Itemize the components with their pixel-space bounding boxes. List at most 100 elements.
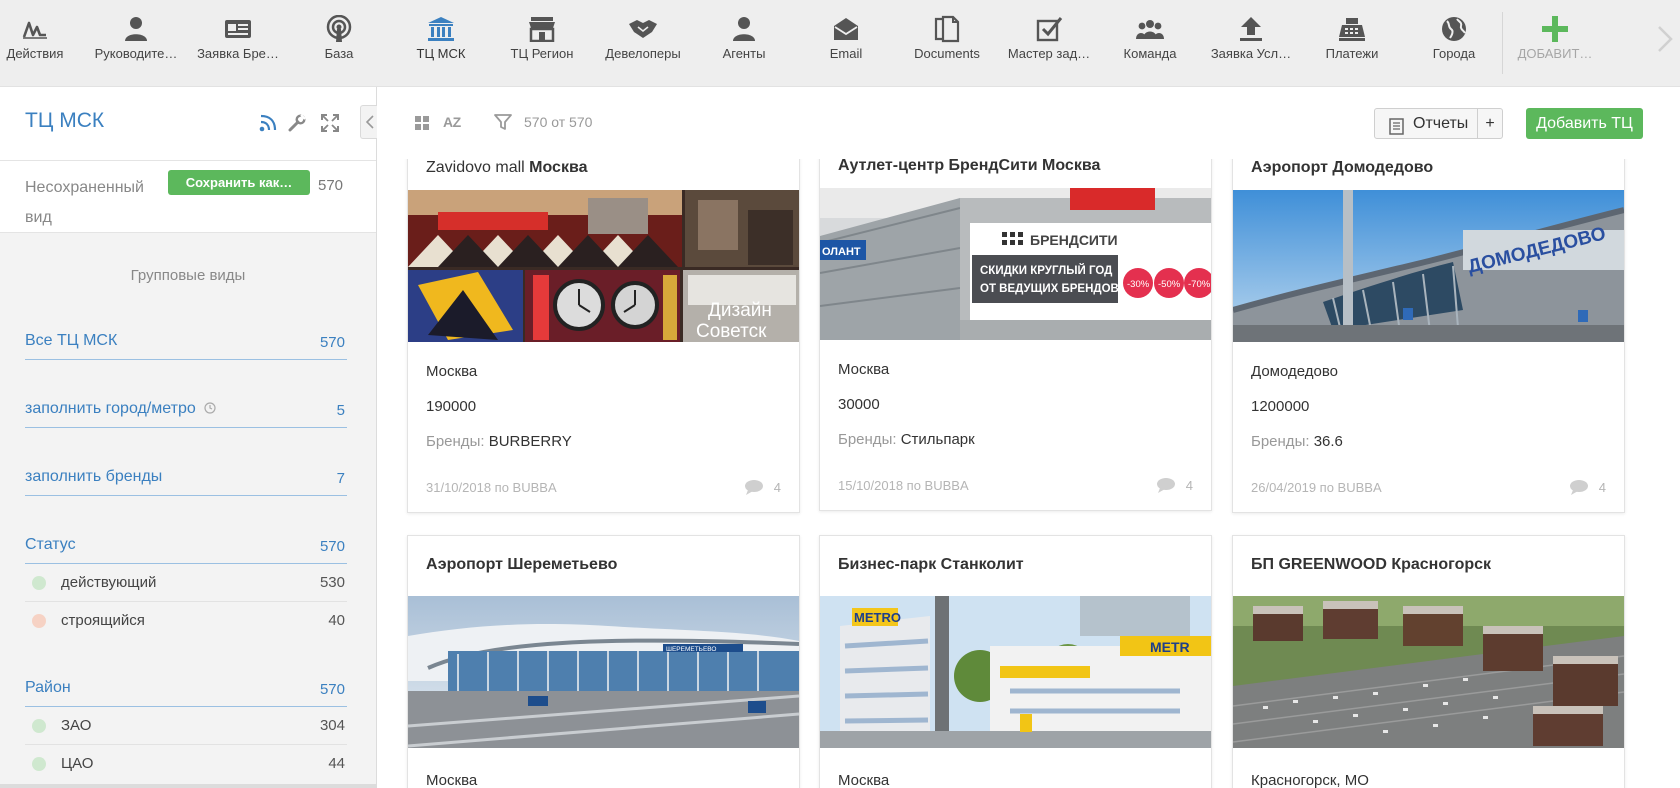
tc-card-greenwood[interactable]: БП GREENWOOD Красногорск Красногорск, МО: [1232, 535, 1625, 788]
filter-group-district[interactable]: Район 570: [25, 673, 347, 707]
nav-item-brand-request[interactable]: Заявка Бре…: [188, 14, 288, 74]
reports-add-button[interactable]: +: [1477, 108, 1503, 139]
nav-label: Платежи: [1325, 46, 1379, 61]
nav-item-add[interactable]: ДОБАВИТ…: [1505, 14, 1605, 74]
nav-label: ДОБАВИТ…: [1517, 46, 1593, 61]
documents-icon: [930, 14, 964, 44]
nav-item-payments[interactable]: Платежи: [1302, 14, 1402, 74]
view-label: заполнить бренды: [25, 468, 163, 485]
nav-item-tc-region[interactable]: ТЦ Регион: [492, 14, 592, 74]
filter-item-zao[interactable]: ЗАО 304: [25, 707, 347, 745]
tc-card-sheremetyevo[interactable]: Аэропорт Шереметьево ШЕРЕМЕТЬЕВО Москва: [407, 535, 800, 788]
wrench-icon[interactable]: [288, 114, 308, 134]
reports-button[interactable]: Отчеты: [1374, 108, 1478, 139]
sidebar-header: ТЦ МСК: [0, 87, 376, 161]
nav-item-cities[interactable]: Города: [1404, 14, 1504, 74]
nav-label: Заявка Усл…: [1210, 46, 1292, 61]
status-dot: [32, 757, 46, 771]
filter-item-count: 40: [328, 612, 345, 629]
card-title[interactable]: БП GREENWOOD Красногорск: [1251, 556, 1491, 574]
tc-card-zavidovo[interactable]: Zavidovo mall Москва Дизайн Советск Моск…: [407, 159, 800, 513]
view-link-all-tc[interactable]: Все ТЦ МСК 570: [25, 326, 347, 360]
nav-divider: [1502, 12, 1503, 74]
reports-label: Отчеты: [1413, 115, 1469, 132]
tc-card-stankolit[interactable]: Бизнес-парк Станколит METRO METR Москва: [819, 535, 1212, 788]
filter-group-count: 570: [319, 681, 345, 698]
grid-view-icon[interactable]: [415, 116, 429, 135]
filter-icon[interactable]: [494, 113, 512, 136]
filter-item-active[interactable]: действующий 530: [25, 564, 347, 602]
nav-item-actions[interactable]: Действия: [0, 14, 85, 74]
nav-item-developers[interactable]: Девелоперы: [593, 14, 693, 74]
collapse-sidebar-button[interactable]: [360, 105, 378, 139]
institution-icon: [424, 14, 458, 44]
svg-text:Дизайн: Дизайн: [708, 300, 772, 321]
svg-text:ШЕРЕМЕТЬЕВО: ШЕРЕМЕТЬЕВО: [666, 646, 716, 653]
cards-grid: Zavidovo mall Москва Дизайн Советск Моск…: [377, 159, 1680, 788]
clock-icon: [204, 402, 216, 414]
nav-item-email[interactable]: Email: [796, 14, 896, 74]
svg-text:СКИДКИ КРУГЛЫЙ ГОД: СКИДКИ КРУГЛЫЙ ГОД: [980, 264, 1112, 277]
comment-icon: [744, 480, 763, 495]
view-label: заполнить город/метро: [25, 400, 216, 418]
card-area: 30000: [838, 396, 880, 413]
filter-group-label: Статус: [25, 536, 76, 553]
tc-card-brandcity[interactable]: Аутлет-центр БрендСити Москва ОЛАНТ БРЕН…: [819, 159, 1212, 511]
nav-label: Мастер зад…: [1007, 46, 1091, 61]
tc-card-domodedovo[interactable]: Аэропорт Домодедово ДОМОДЕДОВО Домодедов…: [1232, 159, 1625, 513]
svg-text:Советск: Советск: [696, 321, 767, 342]
card-city: Москва: [426, 363, 478, 380]
filter-item-cao[interactable]: ЦАО 44: [25, 745, 347, 783]
card-updated: 31/10/2018 по BUBBA: [426, 480, 557, 495]
nav-item-tc-msk[interactable]: ТЦ МСК: [391, 14, 491, 74]
filter-group-status[interactable]: Статус 570: [25, 530, 347, 564]
broadcast-icon: [322, 14, 356, 44]
card-image: [1233, 596, 1624, 748]
card-comments[interactable]: 4: [1569, 479, 1606, 495]
svg-text:METR: METR: [1150, 639, 1190, 655]
svg-text:ОТ ВЕДУЩИХ БРЕНДОВ: ОТ ВЕДУЩИХ БРЕНДОВ: [980, 283, 1119, 295]
card-title[interactable]: Zavidovo mall Москва: [426, 159, 587, 177]
card-title[interactable]: Бизнес-парк Станколит: [838, 556, 1024, 574]
sidebar-horizontal-scrollbar[interactable]: [0, 784, 376, 788]
comment-icon: [1569, 480, 1588, 495]
nav-label: Действия: [6, 46, 64, 61]
rss-icon[interactable]: [259, 114, 279, 134]
nav-item-service-request[interactable]: Заявка Усл…: [1201, 14, 1301, 74]
filter-item-under-construction[interactable]: строящийся 40: [25, 602, 347, 640]
nav-label: Заявка Бре…: [197, 46, 279, 61]
view-link-fill-city-metro[interactable]: заполнить город/метро 5: [25, 394, 347, 428]
unsaved-view-count: 570: [318, 177, 344, 194]
card-title[interactable]: Аэропорт Шереметьево: [426, 556, 617, 574]
card-image: Дизайн Советск: [408, 190, 799, 342]
main-toolbar: AZ 570 от 570 Отчеты + Добавить ТЦ: [377, 87, 1680, 159]
sort-az-button[interactable]: AZ: [443, 114, 461, 130]
nav-label: ТЦ МСК: [416, 46, 466, 61]
view-link-fill-brands[interactable]: заполнить бренды 7: [25, 462, 347, 496]
expand-icon[interactable]: [321, 114, 341, 134]
nav-item-agents[interactable]: Агенты: [694, 14, 794, 74]
chevron-right-icon[interactable]: [1655, 24, 1677, 54]
nav-item-managers[interactable]: Руководите…: [86, 14, 186, 74]
top-navigation: Действия Руководите… Заявка Бре… База ТЦ…: [0, 0, 1680, 87]
save-as-button[interactable]: Сохранить как…: [168, 170, 310, 195]
card-title[interactable]: Аутлет-центр БрендСити Москва: [838, 159, 1100, 175]
sidebar: ТЦ МСК Несохраненный вид Сохранить как… …: [0, 87, 378, 788]
status-dot: [32, 614, 46, 628]
card-brands: Бренды: BURBERRY: [426, 433, 572, 450]
svg-text:ОЛАНТ: ОЛАНТ: [822, 246, 861, 258]
nav-item-documents[interactable]: Documents: [897, 14, 997, 74]
nav-item-base[interactable]: База: [289, 14, 389, 74]
card-image: ШЕРЕМЕТЬЕВО: [408, 596, 799, 748]
card-title[interactable]: Аэропорт Домодедово: [1251, 159, 1433, 177]
nav-item-task-master[interactable]: Мастер зад…: [999, 14, 1099, 74]
plus-icon: [1538, 14, 1572, 44]
add-tc-button[interactable]: Добавить ТЦ: [1526, 108, 1643, 139]
filter-item-label: ЗАО: [61, 717, 92, 734]
nav-item-team[interactable]: Команда: [1100, 14, 1200, 74]
chevron-left-icon: [365, 115, 374, 129]
card-image: METRO METR: [820, 596, 1211, 748]
card-comments[interactable]: 4: [744, 479, 781, 495]
filter-item-label: строящийся: [61, 612, 145, 629]
card-comments[interactable]: 4: [1156, 477, 1193, 493]
